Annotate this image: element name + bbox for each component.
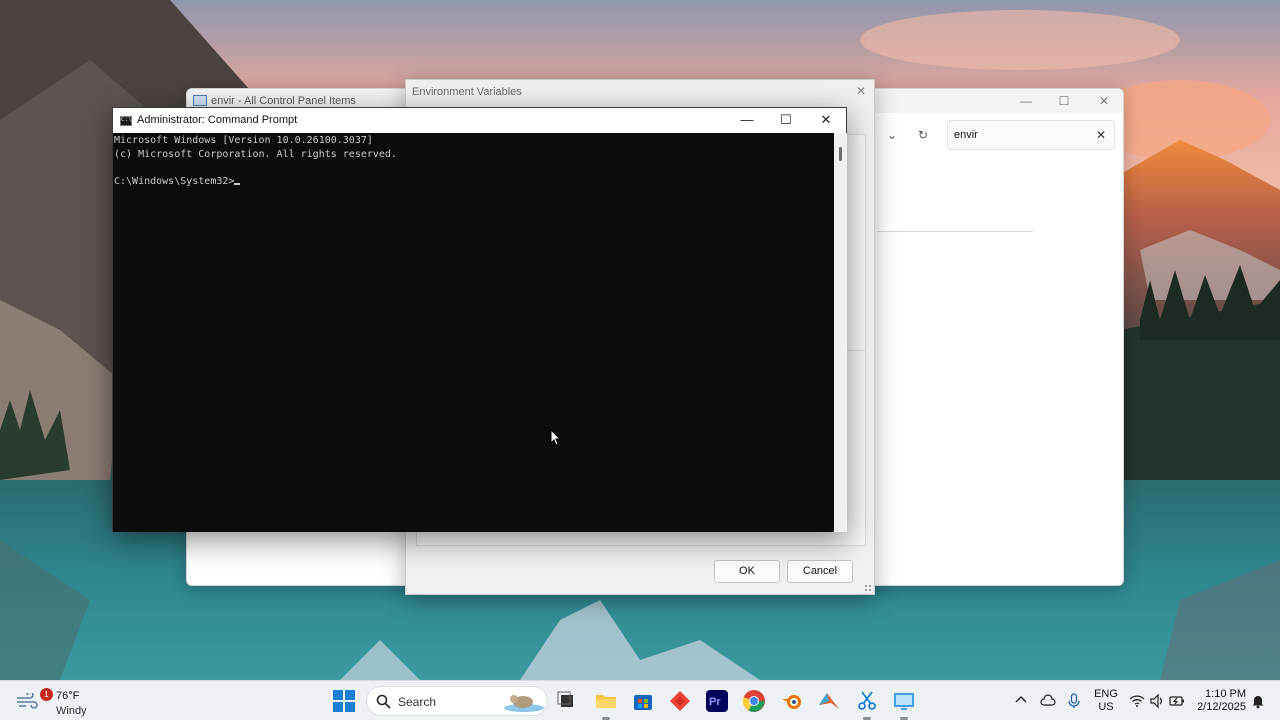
wind-icon: [17, 693, 38, 709]
show-hidden-icons-chevron-up-icon[interactable]: [1014, 693, 1028, 707]
maximize-button[interactable]: ☐: [1049, 93, 1079, 109]
command-prompt-title: Administrator: Command Prompt: [137, 114, 298, 126]
dialog-title: Environment Variables: [412, 86, 522, 98]
system-clock[interactable]: 1:10 PM 2/12/2025: [1190, 688, 1246, 714]
wifi-icon[interactable]: [1129, 693, 1145, 709]
search-input[interactable]: envir: [954, 129, 978, 141]
clock-date: 2/12/2025: [1197, 701, 1246, 713]
control-panel-icon: [193, 95, 207, 106]
scrollbar-thumb[interactable]: [839, 147, 842, 161]
region-code: US: [1098, 701, 1114, 713]
search-icon: [376, 694, 391, 709]
clock-time: 1:10 PM: [1205, 688, 1246, 700]
file-explorer-button[interactable]: [594, 689, 618, 720]
svg-text:Pr: Pr: [709, 696, 721, 708]
text-cursor: [234, 182, 241, 185]
notification-bell-icon[interactable]: [1251, 693, 1265, 709]
address-dropdown-button[interactable]: ⌄: [881, 125, 903, 145]
start-button[interactable]: [333, 690, 355, 712]
blender-icon[interactable]: [780, 689, 804, 713]
ok-button[interactable]: OK: [714, 560, 780, 583]
weather-condition: Windy: [56, 705, 87, 717]
close-button[interactable]: ✕: [806, 108, 846, 133]
notification-badge: 1: [40, 688, 53, 701]
microsoft-store-icon[interactable]: [631, 689, 655, 713]
control-panel-title: envir - All Control Panel Items: [211, 95, 356, 107]
close-button[interactable]: ✕: [1089, 93, 1119, 109]
taskbar: 1 76°F Windy Search Pr ENG US 1:10 PM 2/…: [0, 680, 1280, 720]
console-output[interactable]: Microsoft Windows [Version 10.0.26100.30…: [113, 133, 833, 532]
console-line: Microsoft Windows [Version 10.0.26100.30…: [114, 135, 373, 146]
command-prompt-window: Administrator: Command Prompt — ☐ ✕ Micr…: [112, 107, 847, 532]
language-code: ENG: [1094, 688, 1118, 700]
clear-search-button[interactable]: ✕: [1096, 128, 1106, 142]
minimize-button[interactable]: —: [1011, 93, 1041, 109]
battery-charging-icon[interactable]: [1169, 693, 1185, 709]
taskbar-search[interactable]: Search: [366, 686, 548, 716]
search-highlight-icon: [504, 695, 544, 712]
remote-desktop-icon: [894, 693, 914, 710]
cancel-button[interactable]: Cancel: [787, 560, 853, 583]
task-view-icon[interactable]: [555, 689, 579, 713]
premiere-pro-icon[interactable]: Pr: [705, 689, 729, 713]
anydesk-icon[interactable]: [668, 689, 692, 713]
snipping-tool-button[interactable]: [855, 689, 879, 720]
prompt-line[interactable]: C:\Windows\System32>: [114, 175, 832, 189]
refresh-button[interactable]: ↻: [912, 125, 934, 145]
weather-temperature: 76°F: [56, 690, 80, 702]
file-explorer-icon: [596, 695, 616, 708]
resize-grip[interactable]: [864, 584, 872, 592]
chrome-icon[interactable]: [742, 689, 766, 713]
input-language-indicator[interactable]: ENG US: [1094, 688, 1118, 714]
cloud-sync-icon[interactable]: [1040, 693, 1056, 709]
remote-desktop-button[interactable]: [892, 689, 916, 720]
mouse-pointer-icon: [550, 429, 562, 446]
microphone-icon[interactable]: [1066, 693, 1082, 709]
weather-widget[interactable]: 1 76°F Windy: [14, 687, 87, 717]
prompt-text: C:\Windows\System32>: [114, 175, 235, 187]
search-placeholder: Search: [398, 695, 437, 709]
console-line: (c) Microsoft Corporation. All rights re…: [114, 148, 397, 160]
matlab-icon[interactable]: [817, 689, 841, 713]
command-prompt-titlebar[interactable]: Administrator: Command Prompt — ☐ ✕: [113, 108, 846, 133]
control-panel-search-box[interactable]: envir ✕: [947, 120, 1115, 150]
maximize-button[interactable]: ☐: [766, 108, 806, 133]
minimize-button[interactable]: —: [727, 108, 767, 133]
divider: [877, 231, 1033, 232]
snipping-tool-icon: [858, 691, 876, 710]
console-icon: [120, 116, 132, 126]
dialog-close-button[interactable]: ✕: [856, 84, 866, 98]
volume-icon[interactable]: [1149, 693, 1165, 709]
vertical-scrollbar[interactable]: [834, 133, 847, 532]
